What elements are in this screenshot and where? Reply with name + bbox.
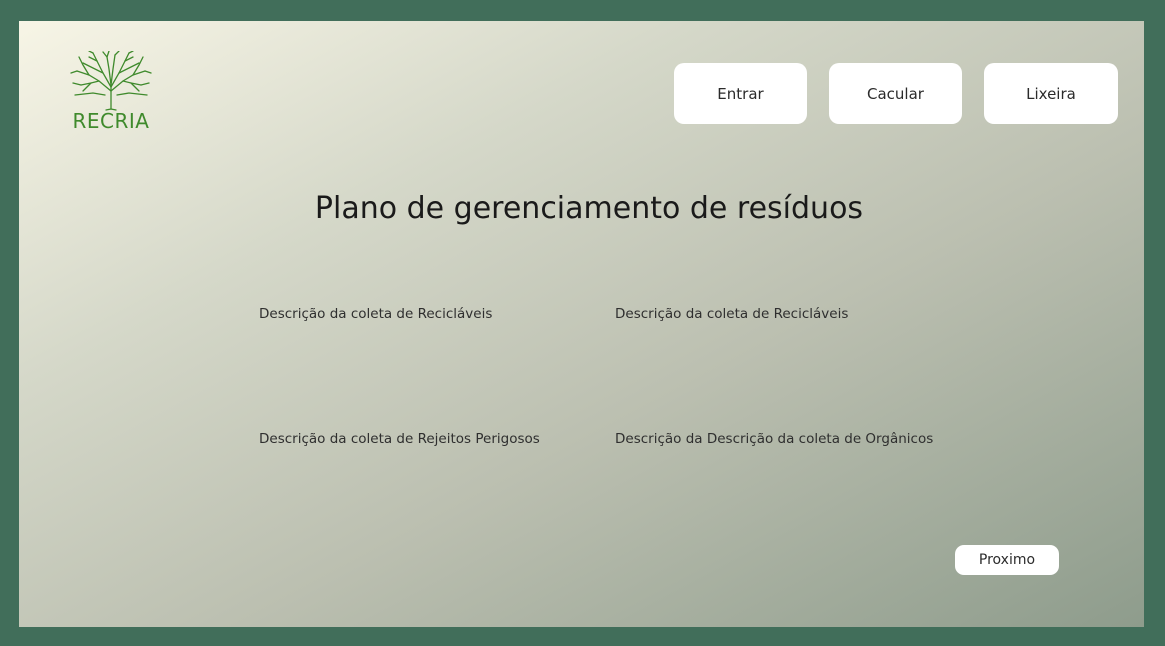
- description-rejeitos-perigosos: Descrição da coleta de Rejeitos Perigoso…: [259, 431, 540, 447]
- lixeira-button[interactable]: Lixeira: [984, 63, 1118, 124]
- next-button[interactable]: Proximo: [955, 545, 1059, 575]
- brand-logo[interactable]: RECRIA: [65, 51, 157, 135]
- page-title: Plano de gerenciamento de resíduos: [314, 191, 864, 226]
- description-organicos: Descrição da Descrição da coleta de Orgâ…: [615, 431, 934, 447]
- cacular-button[interactable]: Cacular: [829, 63, 962, 124]
- app-frame: RECRIA Entrar Cacular Lixeira Plano de g…: [19, 21, 1144, 627]
- description-reciclaveis-1: Descrição da coleta de Recicláveis: [259, 306, 493, 322]
- brand-name: RECRIA: [72, 109, 150, 133]
- description-reciclaveis-2: Descrição da coleta de Recicláveis: [615, 306, 849, 322]
- entrar-button[interactable]: Entrar: [674, 63, 807, 124]
- tree-icon: [70, 51, 152, 111]
